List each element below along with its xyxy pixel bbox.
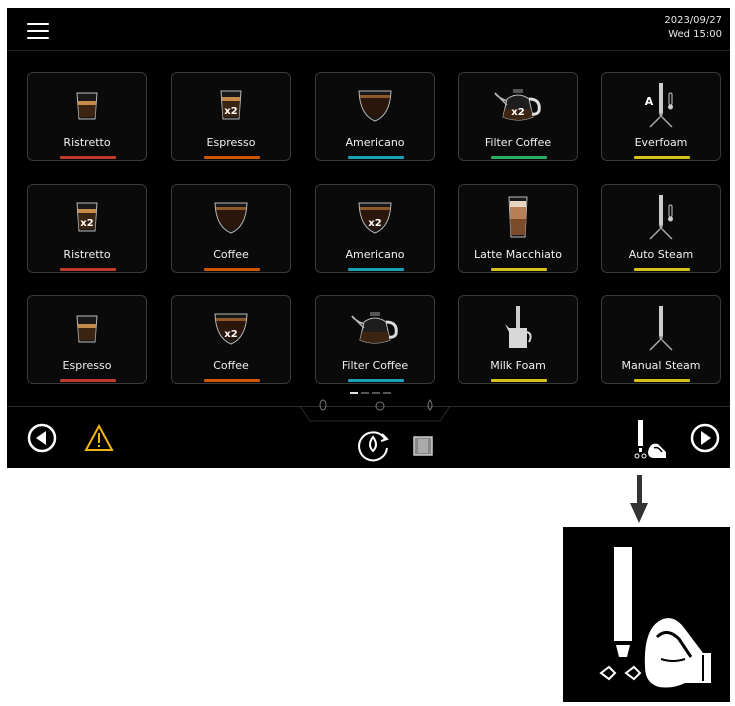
beverage-tile-manual-steam[interactable]: Manual Steam bbox=[601, 295, 721, 384]
category-color-bar bbox=[491, 268, 547, 271]
small-glass-icon bbox=[28, 302, 146, 354]
badge-text: A bbox=[645, 95, 654, 108]
steam-wand-hand-icon[interactable] bbox=[632, 418, 672, 460]
category-color-bar bbox=[348, 379, 404, 382]
beverage-tile-americano[interactable]: x2 Americano bbox=[315, 184, 435, 273]
category-color-bar bbox=[60, 268, 116, 271]
badge-text: x2 bbox=[511, 107, 524, 118]
previous-arrow-icon[interactable] bbox=[27, 423, 57, 453]
beverage-tile-filter-coffee[interactable]: x2 Filter Coffee bbox=[458, 72, 578, 161]
cup-icon bbox=[172, 191, 290, 243]
steam-wand-hand-callout bbox=[563, 527, 730, 702]
beverage-tile-filter-coffee[interactable]: Filter Coffee bbox=[315, 295, 435, 384]
drop-icon bbox=[427, 399, 433, 411]
beverage-label: Filter Coffee bbox=[484, 136, 552, 149]
badge-text: x2 bbox=[224, 329, 237, 340]
beverage-label: Espresso bbox=[62, 359, 112, 372]
beverage-tile-coffee[interactable]: x2 Coffee bbox=[171, 295, 291, 384]
beverage-label: Latte Macchiato bbox=[474, 248, 562, 261]
timer-icon bbox=[375, 401, 385, 411]
teapot-x2-icon: x2 bbox=[459, 79, 577, 131]
beverage-tile-latte-macchiato[interactable]: Latte Macchiato bbox=[458, 184, 578, 273]
grounds-container-icon[interactable] bbox=[412, 435, 434, 457]
steam-wand-auto-icon: A bbox=[602, 79, 720, 131]
hamburger-menu-icon[interactable] bbox=[27, 20, 49, 39]
page-dot-3 bbox=[372, 392, 380, 394]
beverage-tile-ristretto[interactable]: Ristretto bbox=[27, 72, 147, 161]
category-color-bar bbox=[491, 156, 547, 159]
badge-text: x2 bbox=[368, 218, 381, 229]
steam-wand-hand-icon-enlarged bbox=[599, 547, 711, 688]
date-time-display: 2023/09/27 Wed 15:00 bbox=[664, 14, 722, 42]
page-indicator bbox=[350, 392, 391, 394]
bean-icon bbox=[319, 399, 327, 411]
page-dot-4 bbox=[383, 392, 391, 394]
small-glass-icon bbox=[28, 79, 146, 131]
category-color-bar bbox=[60, 156, 116, 159]
coffee-machine-screen: 2023/09/27 Wed 15:00 Ristretto x2 Espresso… bbox=[7, 8, 730, 468]
beverage-label: Americano bbox=[345, 248, 405, 261]
page-dot-1 bbox=[350, 392, 358, 394]
down-arrow-icon bbox=[630, 475, 648, 523]
category-color-bar bbox=[491, 379, 547, 382]
beverage-label: Everfoam bbox=[634, 136, 688, 149]
beverage-tile-americano[interactable]: Americano bbox=[315, 72, 435, 161]
beverage-tile-espresso[interactable]: x2 Espresso bbox=[171, 72, 291, 161]
beverage-tile-espresso[interactable]: Espresso bbox=[27, 295, 147, 384]
beverage-label: Manual Steam bbox=[621, 359, 701, 372]
cup-icon bbox=[316, 79, 434, 131]
beverage-label: Ristretto bbox=[63, 136, 111, 149]
next-arrow-icon[interactable] bbox=[690, 423, 720, 453]
category-color-bar bbox=[204, 268, 260, 271]
beverage-label: Coffee bbox=[213, 359, 249, 372]
beverage-label: Coffee bbox=[213, 248, 249, 261]
steam-wand-thermo-icon bbox=[602, 191, 720, 243]
teapot-icon bbox=[316, 302, 434, 354]
beverage-label: Ristretto bbox=[63, 248, 111, 261]
page-dot-2 bbox=[361, 392, 369, 394]
beverage-tile-ristretto[interactable]: x2 Ristretto bbox=[27, 184, 147, 273]
beverage-label: Auto Steam bbox=[628, 248, 694, 261]
milk-pitcher-icon bbox=[459, 302, 577, 354]
cup-x2-icon: x2 bbox=[316, 191, 434, 243]
beverage-label: Filter Coffee bbox=[341, 359, 409, 372]
category-color-bar bbox=[204, 156, 260, 159]
category-color-bar bbox=[60, 379, 116, 382]
beverage-tile-milk-foam[interactable]: Milk Foam bbox=[458, 295, 578, 384]
category-color-bar bbox=[634, 379, 690, 382]
beverage-label: Americano bbox=[345, 136, 405, 149]
category-color-bar bbox=[348, 156, 404, 159]
header-divider bbox=[7, 50, 730, 51]
beverage-tile-auto-steam[interactable]: Auto Steam bbox=[601, 184, 721, 273]
rinse-cycle-icon[interactable] bbox=[354, 426, 392, 464]
category-color-bar bbox=[634, 268, 690, 271]
pager-category-icons bbox=[319, 399, 433, 411]
warning-triangle-icon[interactable] bbox=[84, 424, 114, 452]
day-time-text: Wed 15:00 bbox=[668, 29, 722, 40]
beverage-label: Espresso bbox=[206, 136, 256, 149]
category-color-bar bbox=[204, 379, 260, 382]
glass-x2-icon: x2 bbox=[28, 191, 146, 243]
beverage-tile-everfoam[interactable]: A Everfoam bbox=[601, 72, 721, 161]
beverage-label: Milk Foam bbox=[490, 359, 546, 372]
category-color-bar bbox=[348, 268, 404, 271]
cup-x2-icon: x2 bbox=[172, 302, 290, 354]
category-color-bar bbox=[634, 156, 690, 159]
beverage-tile-coffee[interactable]: Coffee bbox=[171, 184, 291, 273]
badge-text: x2 bbox=[80, 218, 93, 229]
tall-glass-icon bbox=[459, 191, 577, 243]
date-text: 2023/09/27 bbox=[664, 15, 722, 26]
glass-x2-icon: x2 bbox=[172, 79, 290, 131]
steam-wand-icon bbox=[602, 302, 720, 354]
badge-text: x2 bbox=[224, 106, 237, 117]
